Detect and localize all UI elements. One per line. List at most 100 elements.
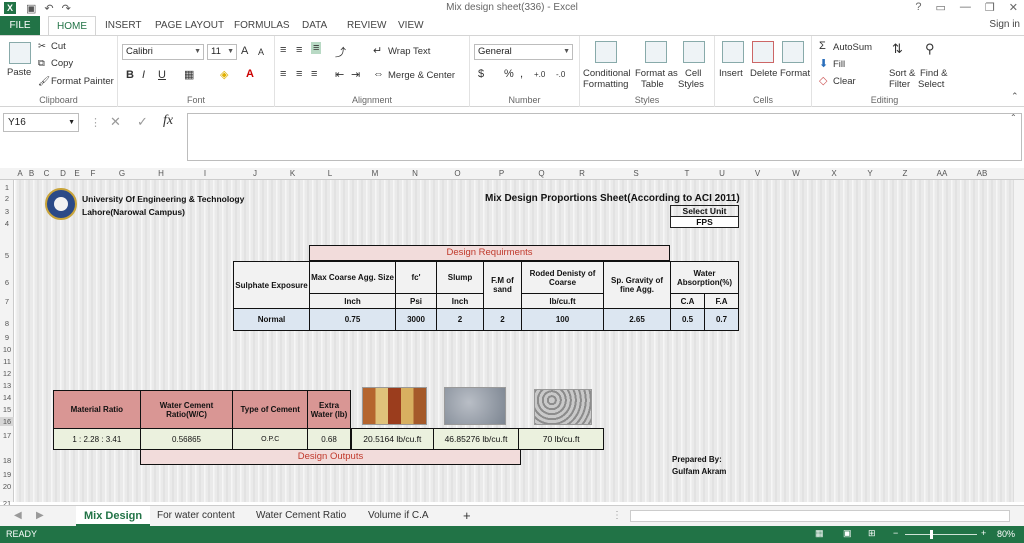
column-header[interactable]: X xyxy=(815,168,853,180)
rodded-density-value[interactable]: 100 xyxy=(521,308,604,331)
sheet-tab-water-cement-ratio[interactable]: Water Cement Ratio xyxy=(256,506,346,526)
shrink-font-button[interactable]: A xyxy=(258,47,264,57)
font-size-combo[interactable]: 11 ▼ xyxy=(207,44,237,60)
align-left-icon[interactable]: ≡ xyxy=(280,68,286,80)
column-header[interactable]: L xyxy=(305,168,355,180)
row-header[interactable]: 14 xyxy=(0,393,14,402)
row-header[interactable]: 19 xyxy=(0,470,14,479)
unit-select[interactable]: FPS xyxy=(670,216,739,228)
tab-insert[interactable]: INSERT xyxy=(105,16,142,35)
vertical-scrollbar[interactable] xyxy=(1013,180,1024,502)
zoom-slider[interactable] xyxy=(905,534,977,535)
column-header[interactable]: AB xyxy=(961,168,1003,180)
ribbon-display-icon[interactable]: ▭ xyxy=(936,1,946,14)
column-header[interactable]: E xyxy=(70,168,84,180)
column-header[interactable]: F xyxy=(84,168,102,180)
align-top-icon[interactable]: ≡ xyxy=(280,44,286,56)
zoom-in-button[interactable]: + xyxy=(981,528,986,538)
column-header[interactable]: W xyxy=(777,168,815,180)
font-color-icon[interactable]: A xyxy=(246,68,254,80)
sheet-tab-volume-ca[interactable]: Volume if C.A xyxy=(368,506,429,526)
slump-value[interactable]: 2 xyxy=(436,308,484,331)
formula-input[interactable] xyxy=(187,113,1022,161)
zoom-level[interactable]: 80% xyxy=(997,529,1015,539)
collapse-ribbon-icon[interactable]: ⌃ xyxy=(1011,91,1019,102)
restore-icon[interactable]: ❐ xyxy=(985,1,995,14)
column-header[interactable]: O xyxy=(435,168,480,180)
insert-function-icon[interactable]: fx xyxy=(163,113,173,129)
max-coarse-value[interactable]: 0.75 xyxy=(309,308,396,331)
column-header[interactable]: C xyxy=(37,168,56,180)
format-painter-button[interactable]: Format Painter xyxy=(51,76,114,87)
fm-sand-value[interactable]: 2 xyxy=(483,308,522,331)
wrap-text-button[interactable]: Wrap Text xyxy=(388,46,430,57)
row-header[interactable]: 15 xyxy=(0,405,14,414)
add-sheet-button[interactable]: + xyxy=(463,506,471,526)
row-header[interactable]: 4 xyxy=(0,219,14,228)
font-name-combo[interactable]: Calibri ▼ xyxy=(122,44,204,60)
conditional-formatting-button[interactable]: Conditional xyxy=(583,68,631,79)
format-cells-button[interactable]: Format xyxy=(780,68,810,79)
enter-icon[interactable]: ✓ xyxy=(137,114,148,130)
row-header[interactable]: 9 xyxy=(0,333,14,342)
row-header[interactable]: 8 xyxy=(0,319,14,328)
sort-filter-button[interactable]: Sort & xyxy=(889,68,915,79)
tab-split-handle-icon[interactable]: ⋮ xyxy=(612,506,622,526)
page-break-view-icon[interactable]: ⊞ xyxy=(868,528,876,539)
sheet-tab-mix-design[interactable]: Mix Design xyxy=(76,506,151,526)
decrease-indent-icon[interactable]: ⇤ xyxy=(335,68,344,81)
paste-icon[interactable] xyxy=(9,42,31,64)
help-icon[interactable]: ? xyxy=(915,1,921,14)
column-header[interactable]: B xyxy=(26,168,37,180)
clear-button[interactable]: Clear xyxy=(833,76,856,87)
format-as-table-button[interactable]: Format as xyxy=(635,68,678,79)
zoom-slider-thumb[interactable] xyxy=(930,530,933,539)
zoom-out-button[interactable]: − xyxy=(893,528,898,538)
sp-gravity-value[interactable]: 2.65 xyxy=(603,308,671,331)
increase-indent-icon[interactable]: ⇥ xyxy=(351,68,360,81)
sign-in-link[interactable]: Sign in xyxy=(989,19,1020,30)
row-header[interactable]: 5 xyxy=(0,251,14,260)
grow-font-button[interactable]: A xyxy=(241,45,248,57)
cut-button[interactable]: Cut xyxy=(51,41,66,52)
delete-cells-button[interactable]: Delete xyxy=(750,68,777,79)
tab-home[interactable]: HOME xyxy=(48,16,96,36)
tab-file[interactable]: FILE xyxy=(0,16,40,35)
increase-decimal-button[interactable]: +.0 xyxy=(534,70,545,79)
find-select-button[interactable]: Find & xyxy=(920,68,947,79)
currency-button[interactable]: $ xyxy=(478,68,484,80)
column-header[interactable]: I xyxy=(180,168,230,180)
tab-review[interactable]: REVIEW xyxy=(347,16,386,35)
row-header[interactable]: 18 xyxy=(0,456,14,465)
cell-styles-button[interactable]: Cell xyxy=(685,68,701,79)
column-header[interactable]: A xyxy=(14,168,26,180)
row-header[interactable]: 12 xyxy=(0,369,14,378)
page-layout-view-icon[interactable]: ▣ xyxy=(843,528,852,539)
next-sheet-icon[interactable]: ▶ xyxy=(36,506,44,526)
copy-button[interactable]: Copy xyxy=(51,58,73,69)
row-header[interactable]: 2 xyxy=(0,194,14,203)
column-header[interactable]: H xyxy=(142,168,180,180)
column-header[interactable]: Q xyxy=(523,168,560,180)
column-header[interactable]: AA xyxy=(923,168,961,180)
column-header[interactable]: U xyxy=(706,168,738,180)
name-box[interactable]: Y16 ▼ xyxy=(3,113,79,132)
autosum-button[interactable]: AutoSum xyxy=(833,42,872,53)
sulphate-exposure-value[interactable]: Normal xyxy=(233,308,310,331)
column-header[interactable]: J xyxy=(230,168,280,180)
fa-value[interactable]: 0.7 xyxy=(704,308,739,331)
column-header[interactable]: Y xyxy=(853,168,887,180)
row-header[interactable]: 7 xyxy=(0,297,14,306)
cancel-icon[interactable]: ✕ xyxy=(110,114,121,130)
underline-button[interactable]: U xyxy=(158,69,166,81)
tab-formulas[interactable]: FORMULAS xyxy=(234,16,290,35)
row-header[interactable]: 6 xyxy=(0,278,14,287)
insert-cells-button[interactable]: Insert xyxy=(719,68,743,79)
align-middle-icon[interactable]: ≡ xyxy=(296,44,302,56)
row-header[interactable]: 17 xyxy=(0,431,14,440)
column-header[interactable]: R xyxy=(560,168,604,180)
close-icon[interactable]: ✕ xyxy=(1009,1,1018,14)
column-header[interactable]: P xyxy=(480,168,523,180)
fill-color-icon[interactable]: ◈ xyxy=(220,68,228,81)
decrease-decimal-button[interactable]: -.0 xyxy=(556,70,565,79)
